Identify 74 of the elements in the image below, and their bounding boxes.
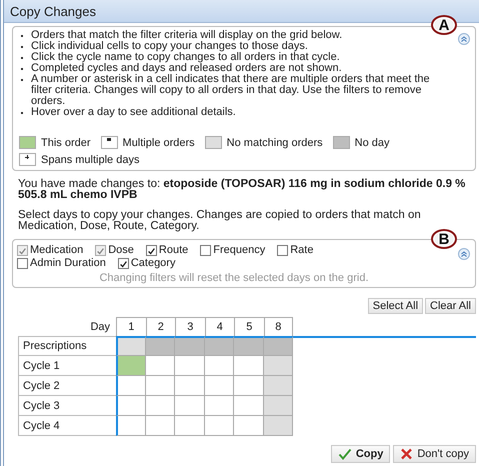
checkbox-label: Admin Duration xyxy=(30,257,106,269)
grid-cell[interactable] xyxy=(234,396,264,416)
grid-cell[interactable] xyxy=(204,396,234,416)
checkbox[interactable] xyxy=(277,244,288,256)
grid-cell[interactable] xyxy=(175,356,204,376)
checkbox-label: Frequency xyxy=(213,244,266,256)
legend-label: No matching orders xyxy=(226,136,323,148)
window-title: Copy Changes xyxy=(10,4,96,18)
grid-cell[interactable] xyxy=(234,336,264,356)
grid-cell[interactable] xyxy=(146,396,175,416)
checkbox-label: Route xyxy=(158,244,188,256)
grid-cell[interactable] xyxy=(116,356,146,376)
grid-cell[interactable] xyxy=(234,376,264,396)
instruction-text: Select days to copy your changes. Changes are copied to orders that match on Medication, Dose, Route, Category. xyxy=(18,210,422,232)
legend-label: No day xyxy=(354,136,390,148)
instruction-text: A number or asterisk in a cell indicates that there are multiple orders that meet the filter criteria. Changes will copy to all orders in that day. Use the filters to remove orders. xyxy=(31,74,431,107)
callout-marker: A xyxy=(431,15,457,35)
checkbox[interactable] xyxy=(17,258,28,268)
grid-cell[interactable] xyxy=(204,376,234,396)
grid-cell[interactable] xyxy=(264,376,293,396)
collapse-button[interactable] xyxy=(458,248,470,260)
row-label[interactable]: Prescriptions xyxy=(18,336,116,356)
grid-cell[interactable] xyxy=(204,356,234,376)
grid-cell[interactable] xyxy=(264,356,293,376)
grid-action-button[interactable]: Select All xyxy=(368,298,424,314)
changes-text: You have made changes to: etoposide (TOPOSAR) 116 mg in sodium chloride 0.9 % 505.8 mL chemo IVPB xyxy=(18,179,466,201)
grid-cell[interactable] xyxy=(204,416,234,436)
checkbox[interactable] xyxy=(118,258,129,268)
collapse-button[interactable] xyxy=(458,33,470,45)
filter-note: Changing filters will reset the selected days on the grid. xyxy=(98,272,370,284)
checkmark-icon xyxy=(338,448,352,460)
checkbox[interactable] xyxy=(146,244,157,256)
legend-swatch xyxy=(100,136,118,149)
legend-label: Spans multiple days xyxy=(41,154,140,166)
grid-cell[interactable] xyxy=(264,396,293,416)
grid-cell[interactable] xyxy=(234,356,264,376)
checkbox-label: Category xyxy=(130,257,176,269)
legend-label: Multiple orders xyxy=(122,136,195,148)
legend-swatch xyxy=(19,136,36,149)
grid-action-button[interactable]: Clear All xyxy=(425,298,476,314)
grid-cell[interactable] xyxy=(146,356,175,376)
checkbox-label: Rate xyxy=(290,244,314,256)
cancel-button[interactable]: Don't copy xyxy=(393,445,476,463)
grid-cell[interactable] xyxy=(264,416,293,436)
instruction-text: Hover over a day to see additional details. xyxy=(31,107,236,118)
instruction-text: Completed cycles and days and released orders are not shown. xyxy=(31,63,342,74)
instruction-text: Orders that match the filter criteria will display on the grid below. xyxy=(31,30,342,41)
column-header: Day xyxy=(89,320,111,334)
checkbox-label: Medication xyxy=(30,244,84,256)
instruction-text: Click the cycle name to copy changes to all orders in that cycle. xyxy=(31,52,340,63)
grid-cell[interactable] xyxy=(116,376,146,396)
legend-label: This order xyxy=(41,136,91,148)
instruction-text: Click individual cells to copy your changes to those days. xyxy=(31,41,308,52)
grid-cell[interactable] xyxy=(146,416,175,436)
copy-button[interactable]: Copy xyxy=(330,445,390,463)
close-icon xyxy=(400,448,414,460)
grid-cell[interactable] xyxy=(234,416,264,436)
grid-cell[interactable] xyxy=(175,376,204,396)
checkbox-label: Dose xyxy=(108,244,134,256)
grid-cell[interactable] xyxy=(204,336,234,356)
grid-cell[interactable] xyxy=(264,336,293,356)
grid-cell[interactable] xyxy=(146,376,175,396)
grid-cell[interactable] xyxy=(175,396,204,416)
legend-swatch xyxy=(19,153,36,166)
legend-swatch xyxy=(204,136,222,149)
checkbox[interactable] xyxy=(200,244,212,256)
grid-cell[interactable] xyxy=(116,396,146,416)
legend-swatch xyxy=(332,136,350,149)
grid-cell[interactable] xyxy=(116,416,146,436)
grid-cell[interactable] xyxy=(116,336,146,356)
callout-marker: B xyxy=(431,229,457,249)
grid-cell[interactable] xyxy=(175,336,204,356)
grid-cell[interactable] xyxy=(146,336,175,356)
grid-cell[interactable] xyxy=(175,416,204,436)
